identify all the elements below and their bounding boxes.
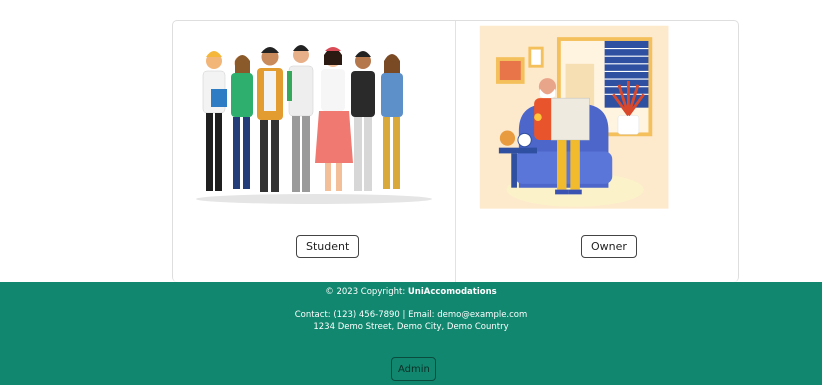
address-info: 1234 Demo Street, Demo City, Demo Countr… bbox=[313, 322, 509, 332]
student-card: Student bbox=[173, 21, 455, 282]
students-illustration bbox=[196, 45, 432, 204]
owner-illustration bbox=[479, 25, 669, 209]
admin-button[interactable]: Admin bbox=[391, 357, 436, 381]
copyright-line: © 2023 Copyright: UniAccomodations bbox=[0, 287, 822, 297]
student-button[interactable]: Student bbox=[296, 235, 360, 258]
role-selection-cards: Student Owner bbox=[172, 20, 739, 282]
owner-card: Owner bbox=[455, 21, 738, 282]
contact-info: Contact: (123) 456-7890 | Email: demo@ex… bbox=[294, 310, 528, 320]
site-footer: © 2023 Copyright: UniAccomodations Conta… bbox=[0, 282, 822, 385]
copyright-text: © 2023 Copyright: bbox=[325, 287, 406, 297]
owner-button[interactable]: Owner bbox=[581, 235, 637, 258]
brand-name: UniAccomodations bbox=[407, 287, 497, 297]
